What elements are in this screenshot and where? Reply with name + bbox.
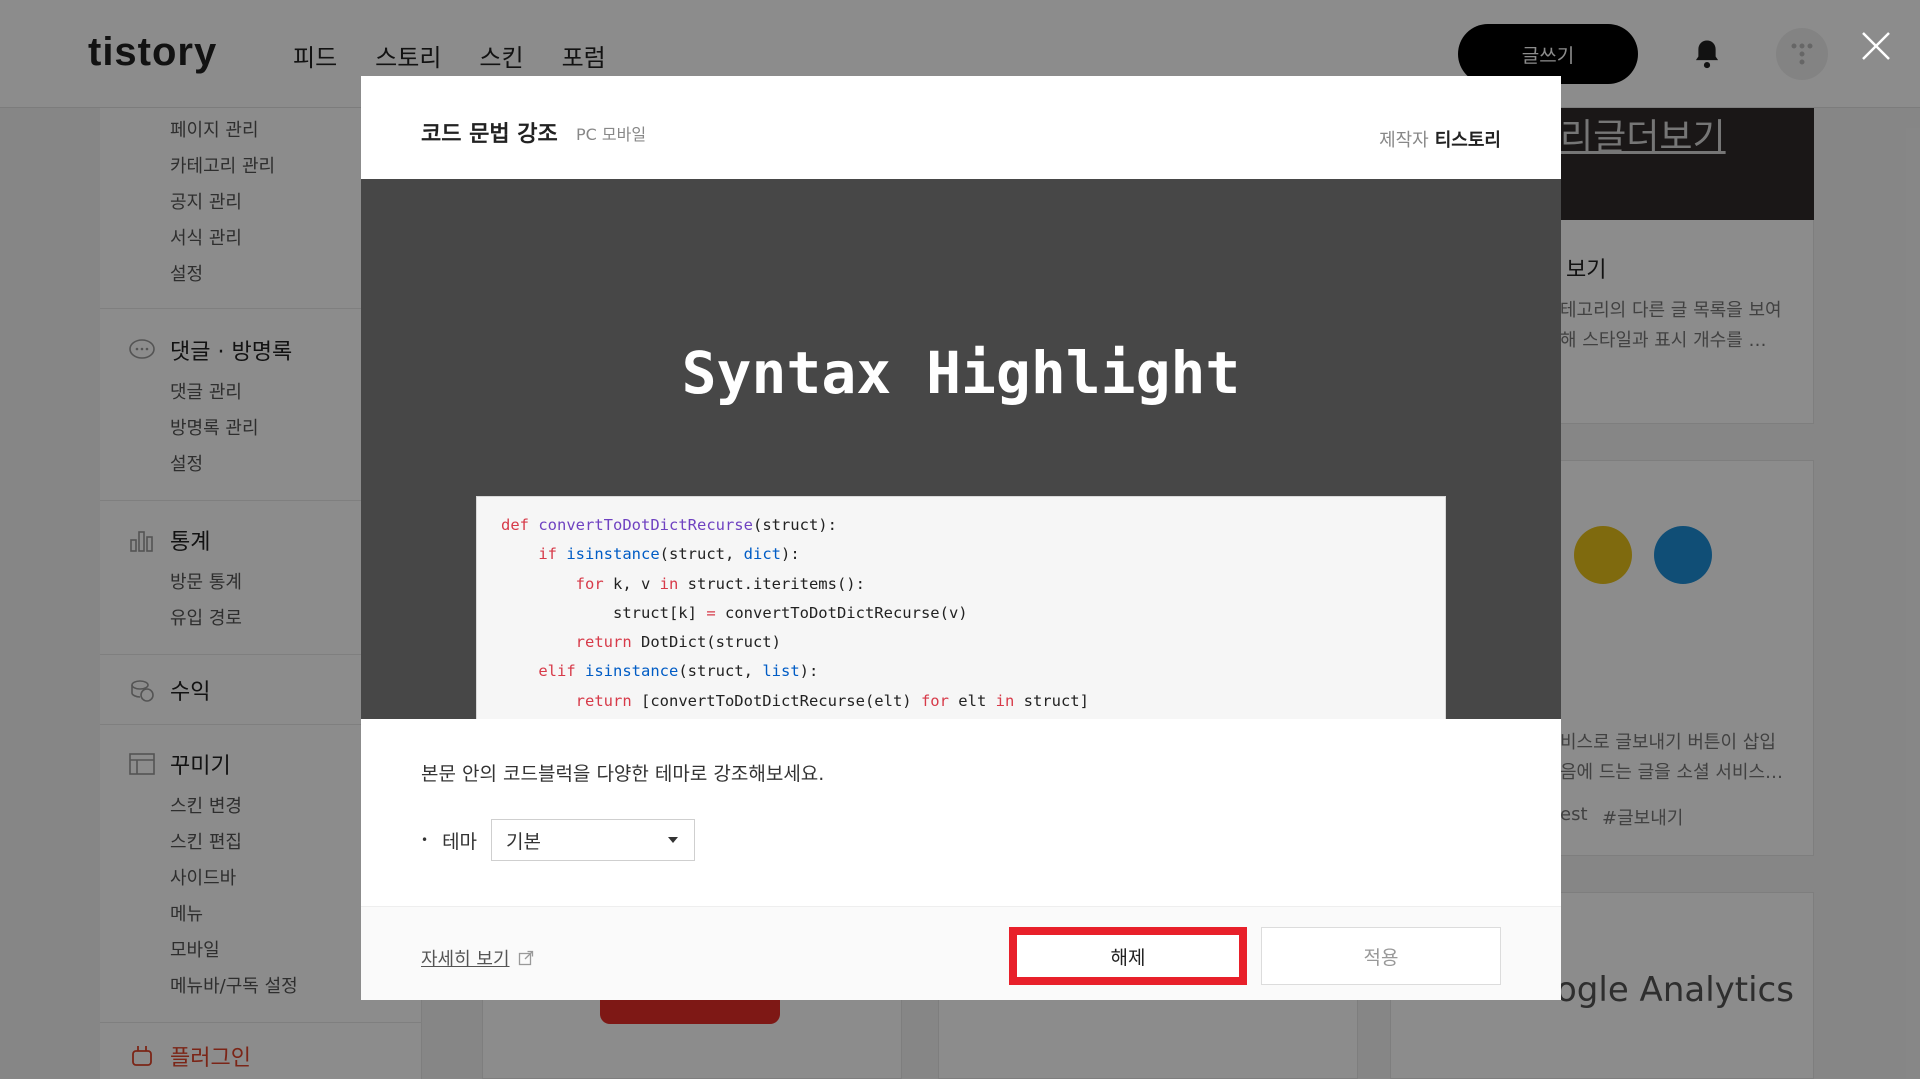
more-info-label: 자세히 보기 — [421, 949, 510, 970]
preview-title: Syntax Highlight — [681, 339, 1241, 407]
modal-header: 코드 문법 강조 PC 모바일 제작자 티스토리 — [361, 76, 1561, 179]
close-icon[interactable] — [1860, 30, 1892, 62]
theme-label: 테마 — [442, 830, 478, 853]
modal-footer: 자세히 보기 해제 적용 — [361, 906, 1561, 1000]
bullet: • — [421, 833, 429, 847]
theme-select[interactable]: 기본 — [491, 819, 696, 861]
modal-body: 본문 안의 코드블럭을 다양한 테마로 강조해보세요. • 테마 기본 — [361, 719, 1561, 906]
author-info: 제작자 티스토리 — [1379, 126, 1501, 152]
theme-select-value: 기본 — [506, 830, 542, 853]
platform-tags: PC 모바일 — [576, 125, 647, 144]
more-info-link[interactable]: 자세히 보기 — [421, 945, 534, 971]
apply-button[interactable]: 적용 — [1261, 927, 1501, 985]
plugin-detail-modal: 코드 문법 강조 PC 모바일 제작자 티스토리 Syntax Highlight… — [361, 76, 1561, 1000]
plugin-preview: Syntax Highlight def convertToDotDictRec… — [361, 179, 1561, 719]
release-button[interactable]: 해제 — [1009, 927, 1247, 985]
code-sample: def convertToDotDictRecurse(struct): if … — [476, 496, 1446, 719]
caret-down-icon — [668, 837, 679, 843]
author-name: 티스토리 — [1434, 130, 1501, 151]
external-link-icon — [518, 950, 533, 966]
modal-title: 코드 문법 강조 — [421, 122, 558, 147]
theme-option: • 테마 기본 — [421, 819, 696, 861]
author-label: 제작자 — [1379, 130, 1429, 151]
plugin-description: 본문 안의 코드블럭을 다양한 테마로 강조해보세요. — [421, 763, 825, 785]
